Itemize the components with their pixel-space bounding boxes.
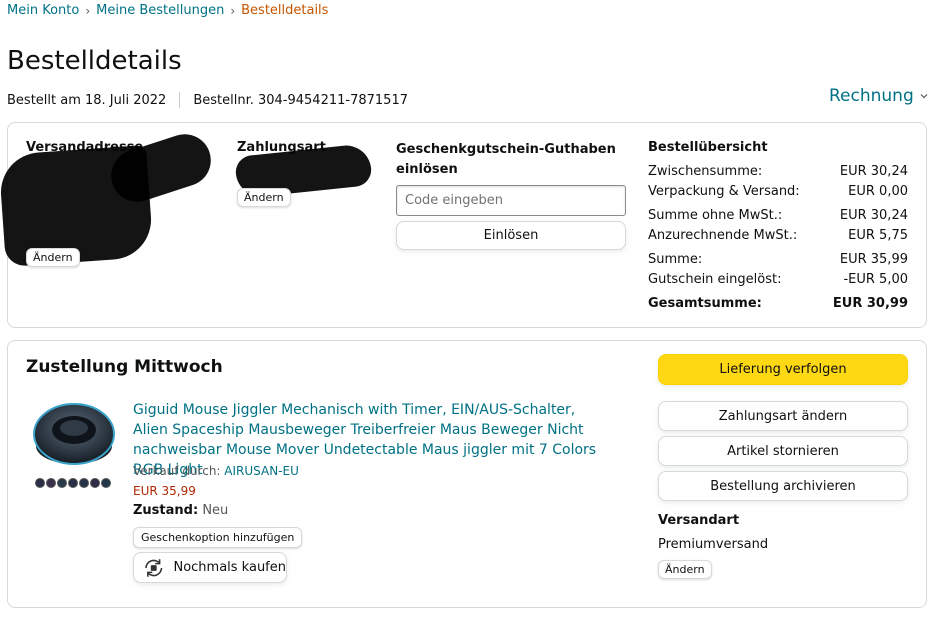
summary-value: EUR 5,75 [848, 228, 908, 243]
summary-value: EUR 30,24 [839, 164, 908, 179]
redeem-button[interactable]: Einlösen [396, 221, 626, 250]
breadcrumb-separator: › [230, 3, 236, 18]
summary-value: EUR 35,99 [839, 252, 908, 267]
breadcrumb-current: Bestelldetails [241, 3, 329, 18]
buy-again-icon [145, 558, 163, 577]
add-gift-option-button[interactable]: Geschenkoption hinzufügen [133, 527, 303, 548]
summary-label: Gutschein eingelöst: [648, 272, 782, 287]
order-number: Bestellnr. 304-9454211-7871517 [193, 92, 408, 108]
order-meta: Bestellt am 18. Juli 2022 Bestellnr. 304… [7, 92, 408, 108]
summary-row-voucher: Gutschein eingelöst: -EUR 5,00 [648, 272, 908, 287]
condition-label: Zustand: [133, 503, 199, 518]
summary-row-shipping: Verpackung & Versand: EUR 0,00 [648, 184, 908, 199]
summary-row-sum: Summe: EUR 35,99 [648, 252, 908, 267]
cancel-items-button[interactable]: Artikel stornieren [658, 436, 908, 466]
summary-label: Zwischensumme: [648, 164, 763, 179]
delivery-heading: Zustellung Mittwoch [26, 357, 223, 377]
summary-value: EUR 0,00 [848, 184, 908, 199]
buy-again-label: Nochmals kaufen [173, 560, 286, 575]
invoice-dropdown[interactable]: Rechnung [829, 86, 928, 106]
change-payment-method-button[interactable]: Zahlungsart ändern [658, 401, 908, 431]
product-image[interactable] [30, 398, 120, 498]
condition-value: Neu [202, 503, 229, 518]
summary-row-net: Summe ohne MwSt.: EUR 30,24 [648, 208, 908, 223]
invoice-label: Rechnung [829, 86, 914, 106]
summary-row-total: Gesamtsumme: EUR 30,99 [648, 296, 908, 311]
breadcrumb: Mein Konto › Meine Bestellungen › Bestel… [7, 3, 328, 18]
summary-row-vat: Anzurechnende MwSt.: EUR 5,75 [648, 228, 908, 243]
summary-total-value: EUR 30,99 [832, 296, 908, 311]
meta-divider [179, 92, 181, 108]
shipping-method-value: Premiumversand [658, 537, 769, 552]
giftcard-heading: Geschenkgutschein-Guthaben einlösen [396, 142, 616, 177]
sold-by: Verkauf durch: AIRUSAN-EU [133, 464, 299, 478]
sold-by-label: Verkauf durch: [133, 464, 221, 478]
breadcrumb-my-account[interactable]: Mein Konto [7, 3, 79, 18]
track-delivery-button[interactable]: Lieferung verfolgen [658, 354, 908, 385]
summary-label: Anzurechnende MwSt.: [648, 228, 798, 243]
summary-label: Verpackung & Versand: [648, 184, 800, 199]
change-shipping-method-button[interactable]: Ändern [658, 560, 712, 579]
order-date: Bestellt am 18. Juli 2022 [7, 92, 167, 108]
summary-label: Summe ohne MwSt.: [648, 208, 783, 223]
seller-link[interactable]: AIRUSAN-EU [224, 464, 299, 478]
archive-order-button[interactable]: Bestellung archivieren [658, 471, 908, 501]
summary-total-label: Gesamtsumme: [648, 296, 762, 311]
change-payment-button[interactable]: Ändern [237, 188, 291, 207]
summary-row-subtotal: Zwischensumme: EUR 30,24 [648, 164, 908, 179]
condition: Zustand: Neu [133, 503, 228, 518]
summary-value: -EUR 5,00 [843, 272, 908, 287]
change-address-button[interactable]: Ändern [26, 248, 80, 267]
product-price: EUR 35,99 [133, 484, 196, 498]
summary-value: EUR 30,24 [839, 208, 908, 223]
summary-heading: Bestellübersicht [648, 140, 768, 155]
giftcard-code-input[interactable]: Code eingeben [396, 185, 626, 216]
chevron-down-icon [920, 94, 928, 99]
page-title: Bestelldetails [7, 46, 182, 76]
breadcrumb-my-orders[interactable]: Meine Bestellungen [96, 3, 224, 18]
shipping-method-heading: Versandart [658, 513, 740, 528]
summary-label: Summe: [648, 252, 703, 267]
buy-again-button[interactable]: Nochmals kaufen [133, 552, 287, 583]
breadcrumb-separator: › [85, 3, 91, 18]
